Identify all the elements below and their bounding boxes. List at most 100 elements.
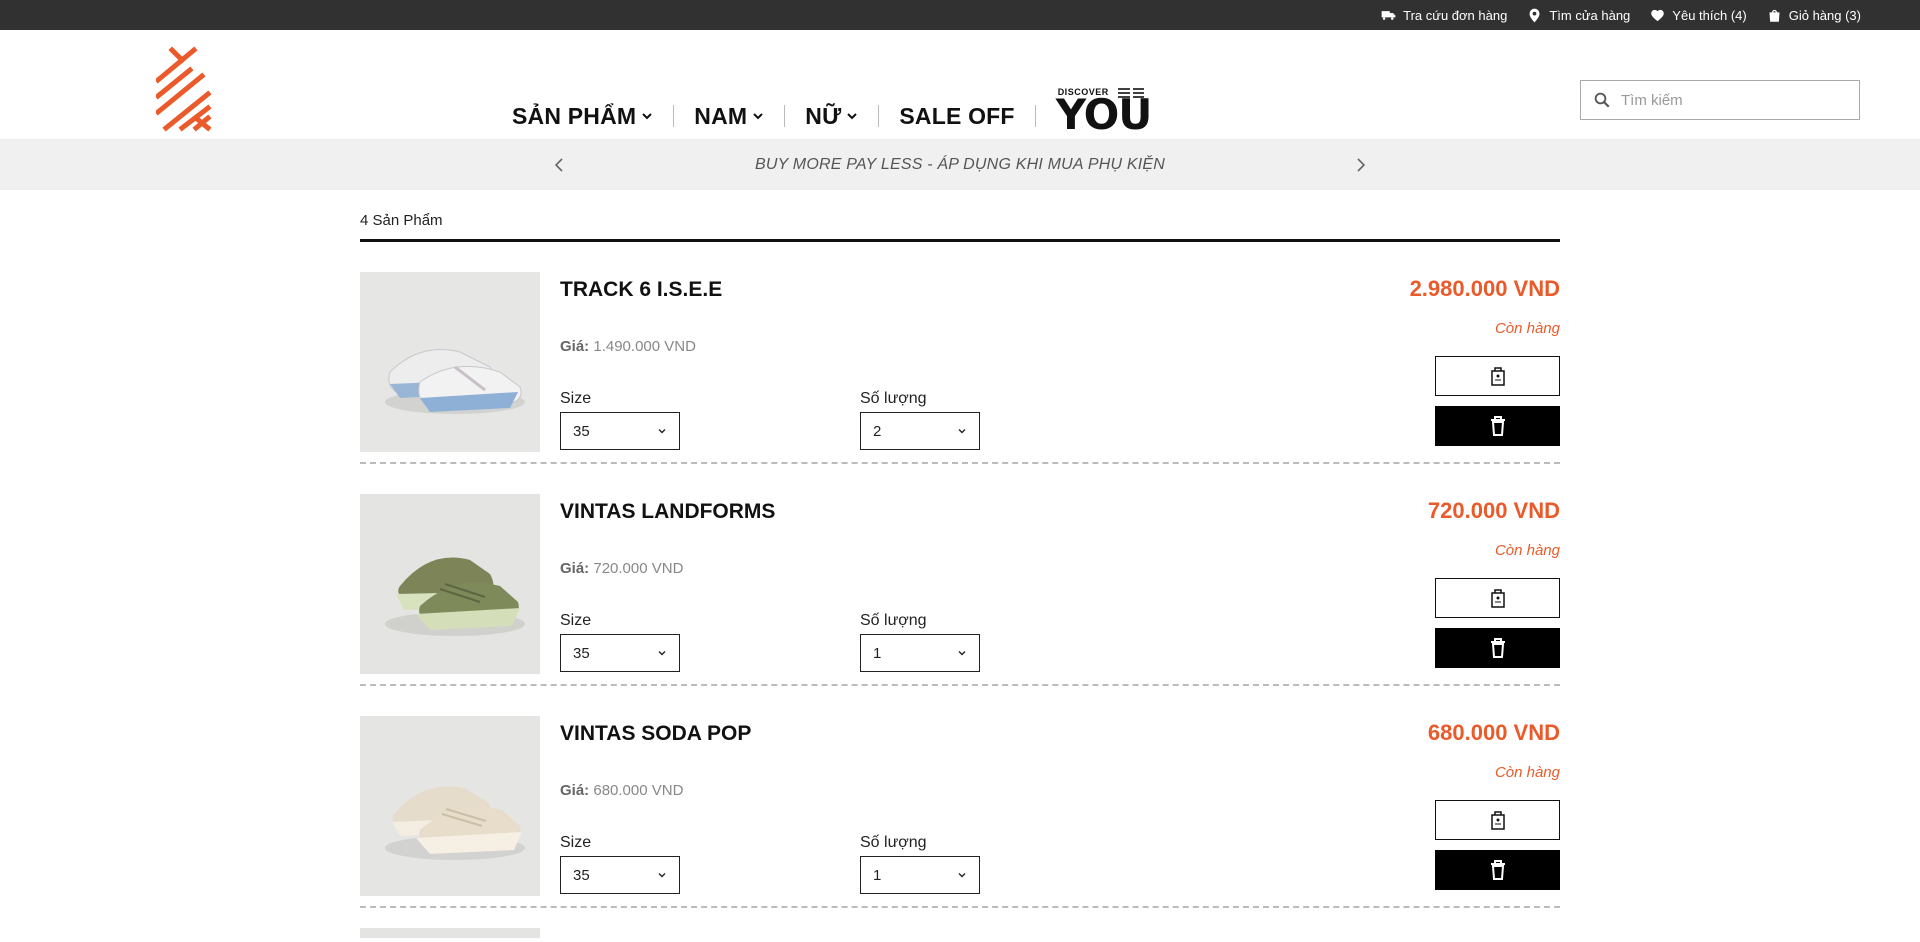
size-label: Size bbox=[560, 390, 592, 407]
product-name[interactable]: VINTAS LANDFORMS bbox=[560, 500, 775, 524]
unit-price-value: 720.000 VND bbox=[593, 560, 684, 577]
cart-link[interactable]: Giỏ hàng (3) bbox=[1767, 8, 1861, 23]
line-total: 680.000 VND bbox=[1427, 720, 1560, 745]
main-nav: SẢN PHẨM NAM NỮ SALE OFF DISCOVER YOU bbox=[512, 87, 1152, 136]
search-box bbox=[1580, 80, 1860, 120]
cart-list: 4 Sản Phẩm TRACK 6 I.S.E.E Giá: 1.490.00… bbox=[360, 204, 1560, 938]
chevron-down-icon bbox=[658, 873, 666, 878]
stock-status: Còn hàng bbox=[1494, 542, 1560, 559]
location-pin-icon bbox=[1529, 8, 1540, 22]
product-image[interactable] bbox=[360, 928, 540, 938]
line-total: 2.980.000 VND bbox=[1409, 276, 1560, 301]
unit-price-value: 680.000 VND bbox=[593, 782, 684, 799]
tag-icon bbox=[1490, 367, 1505, 386]
nav-men-label: NAM bbox=[694, 102, 748, 129]
chevron-down-icon bbox=[753, 113, 763, 120]
wishlist-link[interactable]: Yêu thích (4) bbox=[1650, 7, 1747, 23]
nav-products-label: SẢN PHẨM bbox=[512, 102, 637, 129]
size-select[interactable]: 35 bbox=[560, 856, 680, 894]
size-label: Size bbox=[560, 834, 592, 851]
chevron-down-icon bbox=[658, 429, 666, 434]
cart-item: VINTAS LANDFORMS Giá: 720.000 VND Size 3… bbox=[360, 464, 1560, 686]
delete-item-button[interactable] bbox=[1435, 628, 1560, 668]
cart-count: 4 Sản Phẩm bbox=[360, 204, 1560, 242]
chevron-down-icon bbox=[958, 873, 966, 878]
search-input[interactable] bbox=[1621, 91, 1841, 109]
cart-item: VINTAS SODA POP Giá: 680.000 VND Size 35… bbox=[360, 686, 1560, 908]
tag-icon bbox=[1490, 811, 1505, 830]
unit-price: Giá: 680.000 VND bbox=[560, 782, 683, 799]
truck-icon bbox=[1381, 10, 1396, 20]
heart-icon bbox=[1651, 9, 1665, 21]
discover-big-text: YOU bbox=[1055, 90, 1153, 139]
order-lookup-label: Tra cứu đơn hàng bbox=[1403, 7, 1508, 23]
quantity-select[interactable]: 2 bbox=[860, 412, 980, 450]
nav-products[interactable]: SẢN PHẨM bbox=[512, 103, 673, 130]
quantity-value: 1 bbox=[873, 644, 882, 662]
unit-price-value: 1.490.000 VND bbox=[593, 338, 696, 355]
sneaker-image-cream bbox=[360, 716, 540, 896]
chevron-down-icon bbox=[958, 429, 966, 434]
site-header: SẢN PHẨM NAM NỮ SALE OFF DISCOVER YOU bbox=[0, 30, 1920, 140]
stock-status: Còn hàng bbox=[1494, 764, 1560, 781]
trash-icon bbox=[1490, 638, 1505, 658]
quantity-value: 2 bbox=[873, 422, 882, 440]
save-for-later-button[interactable] bbox=[1435, 800, 1560, 840]
chevron-down-icon bbox=[658, 651, 666, 656]
product-name[interactable]: TRACK 6 I.S.E.E bbox=[560, 278, 722, 302]
brand-logo-icon bbox=[154, 46, 212, 132]
cart-item bbox=[360, 908, 1560, 938]
stock-status: Còn hàng bbox=[1494, 320, 1560, 337]
size-value: 35 bbox=[573, 866, 590, 884]
product-image[interactable] bbox=[360, 272, 540, 452]
chevron-down-icon bbox=[847, 113, 858, 120]
price-prefix: Giá: bbox=[560, 338, 590, 355]
save-for-later-button[interactable] bbox=[1435, 578, 1560, 618]
delete-item-button[interactable] bbox=[1435, 406, 1560, 446]
size-label: Size bbox=[560, 612, 592, 629]
quantity-select[interactable]: 1 bbox=[860, 634, 980, 672]
trash-icon bbox=[1490, 416, 1505, 436]
cart-label: Giỏ hàng (3) bbox=[1788, 7, 1861, 23]
chevron-down-icon bbox=[958, 651, 966, 656]
store-finder-label: Tìm cửa hàng bbox=[1549, 7, 1631, 23]
size-select[interactable]: 35 bbox=[560, 412, 680, 450]
promo-banner: BUY MORE PAY LESS - ÁP DỤNG KHI MUA PHỤ … bbox=[0, 140, 1920, 190]
sneaker-image-silver bbox=[360, 272, 540, 452]
line-total: 720.000 VND bbox=[1427, 498, 1560, 523]
brand-logo[interactable] bbox=[154, 46, 212, 132]
unit-price: Giá: 720.000 VND bbox=[560, 560, 683, 577]
chevron-right-icon[interactable] bbox=[1350, 155, 1370, 175]
cart-item: TRACK 6 I.S.E.E Giá: 1.490.000 VND Size … bbox=[360, 242, 1560, 464]
sneaker-image-olive bbox=[360, 494, 540, 674]
trash-icon bbox=[1490, 860, 1505, 880]
quantity-label: Số lượng bbox=[860, 390, 927, 407]
unit-price: Giá: 1.490.000 VND bbox=[560, 338, 696, 355]
nav-women-label: NỮ bbox=[805, 102, 842, 129]
top-utility-bar: Tra cứu đơn hàng Tìm cửa hàng Yêu thích … bbox=[0, 0, 1920, 30]
product-image[interactable] bbox=[360, 716, 540, 896]
nav-sale-off[interactable]: SALE OFF bbox=[879, 103, 1034, 130]
delete-item-button[interactable] bbox=[1435, 850, 1560, 890]
nav-divider bbox=[1034, 105, 1036, 127]
quantity-select[interactable]: 1 bbox=[860, 856, 980, 894]
order-lookup-link[interactable]: Tra cứu đơn hàng bbox=[1381, 8, 1507, 23]
store-finder-link[interactable]: Tìm cửa hàng bbox=[1527, 8, 1630, 23]
product-image[interactable] bbox=[360, 494, 540, 674]
search-icon bbox=[1594, 92, 1610, 108]
size-select[interactable]: 35 bbox=[560, 634, 680, 672]
quantity-label: Số lượng bbox=[860, 612, 927, 629]
nav-men[interactable]: NAM bbox=[674, 103, 784, 130]
quantity-label: Số lượng bbox=[860, 834, 927, 851]
price-prefix: Giá: bbox=[560, 560, 590, 577]
nav-women[interactable]: NỮ bbox=[785, 103, 878, 130]
save-for-later-button[interactable] bbox=[1435, 356, 1560, 396]
product-name[interactable]: VINTAS SODA POP bbox=[560, 722, 751, 746]
price-prefix: Giá: bbox=[560, 782, 590, 799]
wishlist-label: Yêu thích (4) bbox=[1672, 7, 1747, 23]
tag-icon bbox=[1490, 589, 1505, 608]
chevron-left-icon[interactable] bbox=[550, 155, 570, 175]
shopping-bag-icon bbox=[1769, 9, 1780, 22]
discover-you-link[interactable]: DISCOVER YOU bbox=[1056, 82, 1153, 136]
nav-sale-off-label: SALE OFF bbox=[899, 102, 1015, 129]
